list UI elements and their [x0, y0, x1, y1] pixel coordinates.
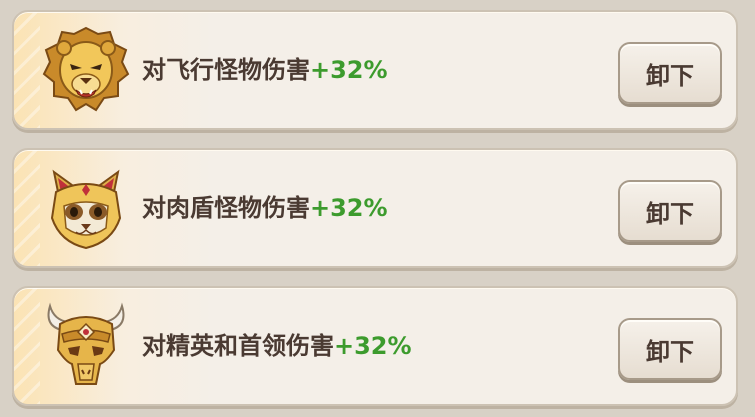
bonus-value: +32%	[310, 56, 388, 84]
bonus-value: +32%	[334, 332, 412, 360]
item-label: 对肉盾怪物伤害+32%	[142, 194, 388, 222]
lion-head-icon	[42, 26, 130, 112]
bonus-value: +32%	[310, 194, 388, 222]
list-item: 对肉盾怪物伤害+32% 卸下	[12, 148, 738, 268]
unequip-button[interactable]: 卸下	[618, 318, 722, 380]
list-item: 对飞行怪物伤害+32% 卸下	[12, 10, 738, 130]
list-item: 对精英和首领伤害+32% 卸下	[12, 286, 738, 406]
item-label: 对精英和首领伤害+32%	[142, 332, 412, 360]
unequip-button[interactable]: 卸下	[618, 180, 722, 242]
horned-skull-icon	[47, 302, 125, 385]
equipment-list: 对飞行怪物伤害+32% 卸下 对肉盾怪物伤害+32% 卸下 对精英和首领伤害+3…	[0, 0, 755, 417]
unequip-button[interactable]: 卸下	[618, 42, 722, 104]
item-label: 对飞行怪物伤害+32%	[142, 56, 388, 84]
cat-mask-icon	[50, 169, 122, 250]
